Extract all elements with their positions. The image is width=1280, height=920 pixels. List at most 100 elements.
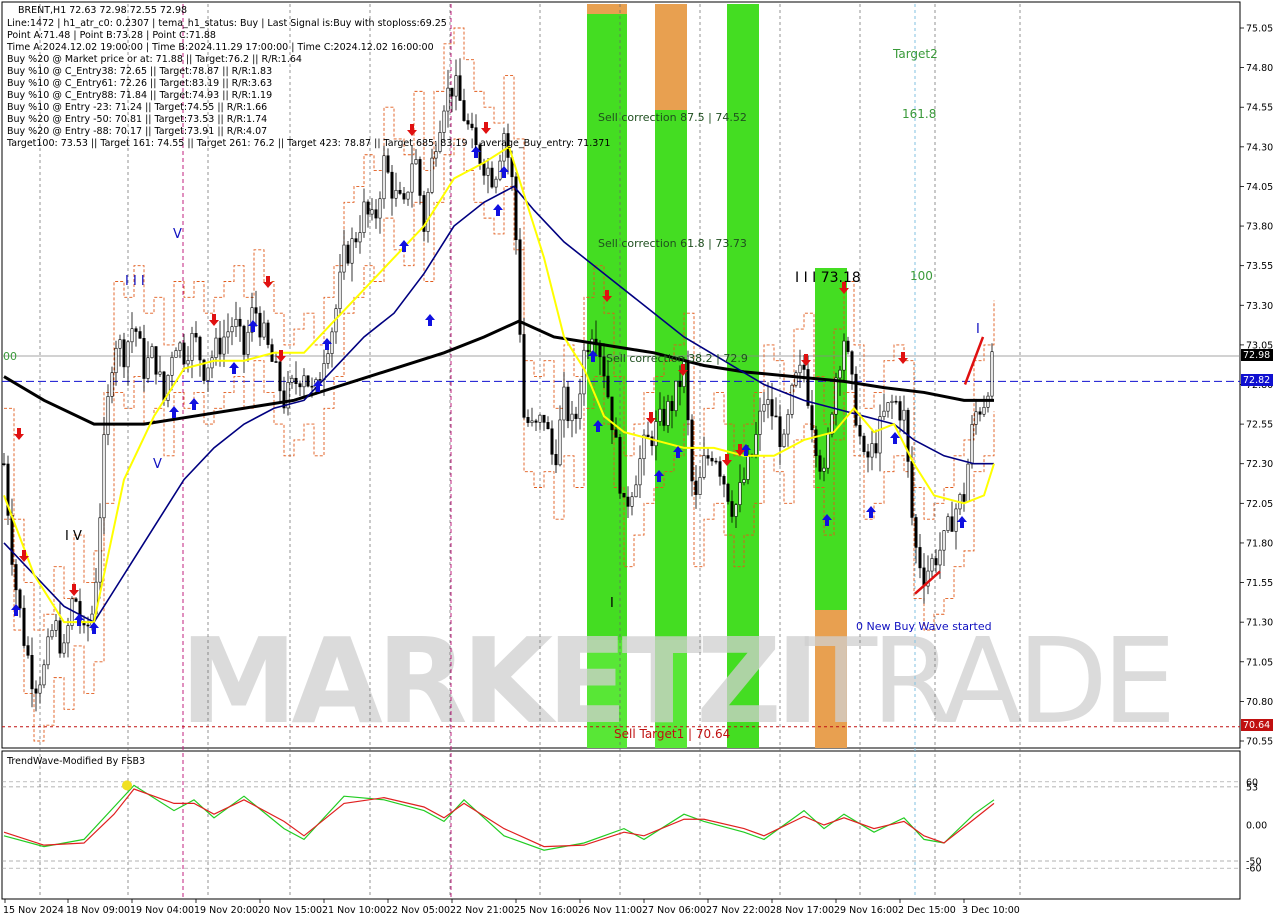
- candle-body: [626, 496, 630, 507]
- candle-body: [178, 342, 182, 351]
- candle-body: [134, 328, 138, 332]
- candle-body: [662, 408, 666, 426]
- candle-body: [514, 176, 518, 241]
- info-line: Line:1472 | h1_atr_c0: 0.2307 | tema_h1_…: [7, 18, 447, 29]
- candle-body: [966, 463, 970, 502]
- candle-body: [74, 598, 78, 602]
- candle-body: [886, 402, 890, 412]
- candle-body: [130, 328, 134, 343]
- candle-body: [62, 642, 66, 654]
- candle-body: [138, 331, 142, 339]
- candle-body: [526, 417, 530, 423]
- candle-body: [738, 482, 742, 505]
- time-tick-label: 25 Nov 16:00: [514, 905, 578, 916]
- candle-body: [634, 484, 638, 498]
- candle-body: [734, 504, 738, 517]
- candle-body: [482, 163, 486, 176]
- candle-body: [462, 100, 466, 121]
- candle-body: [614, 429, 618, 438]
- candle-body: [882, 410, 886, 417]
- info-line: Buy %20 @ Entry -88: 70.17 || Target:73.…: [7, 126, 267, 137]
- candle-body: [30, 655, 34, 690]
- candle-body: [910, 461, 914, 518]
- price-tick-label: 71.80: [1246, 538, 1273, 549]
- time-tick-label: 28 Nov 17:00: [770, 905, 834, 916]
- candle-body: [702, 455, 706, 478]
- candle-body: [170, 357, 174, 376]
- candle-body: [898, 401, 902, 421]
- price-tick-label: 74.80: [1246, 63, 1273, 74]
- candle-body: [550, 428, 554, 455]
- left-00-label: 00: [3, 350, 17, 363]
- candle-body: [586, 349, 590, 353]
- info-line: Buy %10 @ C_Entry38: 72.65 || Target:78.…: [7, 66, 272, 77]
- candle-body: [162, 371, 166, 401]
- candle-body: [658, 408, 662, 422]
- candle-body: [14, 564, 18, 591]
- candle-body: [430, 157, 434, 193]
- candle-body: [766, 399, 770, 405]
- candle-body: [826, 433, 830, 469]
- candle-body: [418, 159, 422, 196]
- candle-body: [870, 443, 874, 458]
- time-tick-label: 27 Nov 22:00: [706, 905, 770, 916]
- candle-body: [542, 414, 546, 423]
- candle-body: [390, 171, 394, 199]
- candle-body: [762, 404, 766, 412]
- candle-body: [578, 393, 582, 419]
- price-tick-label: 72.05: [1246, 499, 1273, 510]
- candle-body: [190, 333, 194, 361]
- info-line: Buy %10 @ Entry -23: 71.24 || Target:74.…: [7, 102, 267, 113]
- candle-body: [786, 414, 790, 435]
- candle-body: [238, 318, 242, 327]
- candle-body: [610, 396, 614, 431]
- candle-body: [798, 364, 802, 374]
- candle-body: [690, 419, 694, 482]
- candle-body: [946, 516, 950, 531]
- candle-body: [454, 75, 458, 97]
- candle-body: [2, 463, 6, 466]
- candle-body: [386, 155, 390, 173]
- candle-body: [934, 558, 938, 566]
- new-buy-wave-label: 0 New Buy Wave started: [856, 620, 992, 633]
- candle-body: [866, 451, 870, 458]
- candle-body: [838, 369, 842, 379]
- candle-body: [810, 405, 814, 431]
- blue-level-text: 72.82: [1243, 375, 1270, 386]
- candle-body: [374, 209, 378, 219]
- price-tick-label: 70.80: [1246, 697, 1273, 708]
- candle-body: [346, 244, 350, 264]
- candle-body: [38, 684, 42, 694]
- candle-body: [426, 192, 430, 232]
- time-axis: 15 Nov 2024 18 Nov 09:00 19 Nov 04:00 19 No…: [3, 899, 1020, 916]
- candle-body: [878, 416, 882, 454]
- candle-body: [790, 384, 794, 415]
- osc-tick-label: 53: [1246, 782, 1258, 793]
- candle-body: [638, 458, 642, 486]
- price-tick-label: 71.30: [1246, 618, 1273, 629]
- candle-body: [774, 415, 778, 418]
- candle-body: [174, 350, 178, 358]
- candle-body: [874, 443, 878, 454]
- candle-body: [558, 419, 562, 466]
- candle-body: [318, 379, 322, 381]
- candle-body: [710, 457, 714, 462]
- time-tick-label: 22 Nov 21:00: [450, 905, 514, 916]
- candle-body: [230, 326, 234, 333]
- candle-body: [434, 151, 438, 159]
- info-line: Buy %10 @ C_Entry88: 71.84 || Target:74.…: [7, 90, 272, 101]
- time-tick-label: 27 Nov 06:00: [642, 905, 706, 916]
- candle-body: [278, 361, 282, 392]
- candle-body: [122, 339, 126, 368]
- candle-body: [234, 318, 238, 327]
- candle-body: [450, 87, 454, 97]
- oscillator-axis: 60530.00-50-60: [1246, 777, 1267, 874]
- candle-body: [50, 630, 54, 638]
- candle-body: [302, 375, 306, 388]
- candle-body: [126, 341, 130, 368]
- current-price-text: 72.98: [1243, 350, 1270, 361]
- candle-body: [246, 331, 250, 355]
- candle-body: [186, 360, 190, 365]
- info-line: Buy %20 @ Market price or at: 71.88 || T…: [7, 54, 302, 65]
- candle-body: [590, 338, 594, 353]
